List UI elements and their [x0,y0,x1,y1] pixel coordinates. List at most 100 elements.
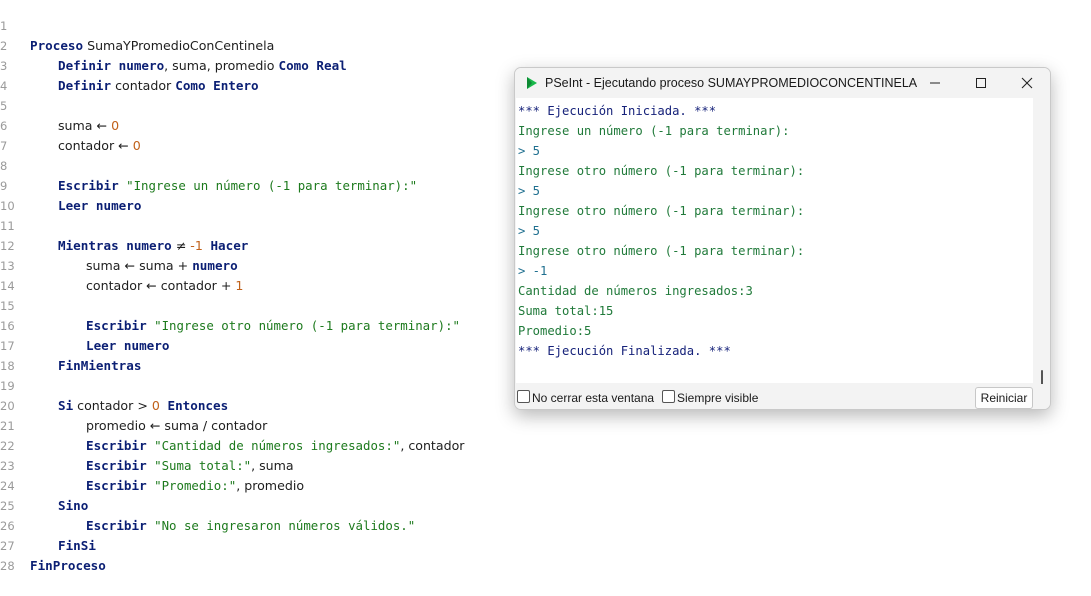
code-line[interactable]: 18 [0,336,30,373]
maximize-button[interactable] [958,68,1004,98]
keyword: FinProceso [30,558,106,573]
identifier: numero [192,258,238,273]
minimize-icon [930,82,940,84]
identifier: contador + [160,278,236,293]
keyword: FinSi [58,538,96,553]
code-line[interactable]: 2 Definir numero, suma, promedio Como Re… [0,16,347,73]
code-line[interactable]: 25 Escribir "No se ingresaron números vá… [0,476,415,533]
console-line: *** Ejecución Iniciada. *** [518,104,717,118]
close-button[interactable] [1004,68,1050,98]
assign-operator: ← [118,138,133,153]
code-line[interactable]: 9 Leer numero [0,156,141,213]
keyword: Escribir [86,458,147,473]
code-line[interactable]: 3 Definir contador Como Entero [0,36,259,93]
string-literal: "Ingrese otro número (-1 para terminar):… [146,318,460,333]
always-visible-label[interactable]: Siempre visible [677,384,758,409]
code-line[interactable]: 20 promedio ← suma / contador [0,376,267,433]
keyword: Entonces [159,398,229,413]
console-line: Ingrese un número (-1 para terminar): [518,124,790,138]
console-line: Ingrese otro número (-1 para terminar): [518,164,805,178]
code-line[interactable]: 11 Mientras numero ≠ -1 Hacer [0,196,248,253]
no-close-label[interactable]: No cerrar esta ventana [532,384,654,409]
code-line[interactable]: 1 Proceso SumaYPromedioConCentinela [0,0,274,53]
string-literal: "No se ingresaron números válidos." [146,518,416,533]
minimize-button[interactable] [912,68,958,98]
code-line[interactable]: 13 contador ← contador + 1 [0,236,243,293]
identifier: , suma, promedio [164,58,279,73]
code-line[interactable]: 26 FinSi [0,496,96,553]
assign-operator: ← [124,258,140,273]
console-scrollbar[interactable] [1036,100,1048,392]
identifier: numero [111,58,165,73]
code-line[interactable]: 7 [0,116,30,153]
identifier: suma [58,118,97,133]
code-line[interactable]: 6 contador ← 0 [0,96,141,153]
string-literal: "Ingrese un número (-1 para terminar):" [118,178,418,193]
number: 0 [111,118,120,133]
number: -1 [190,238,203,253]
number: 1 [235,278,244,293]
no-close-checkbox[interactable] [517,390,530,403]
identifier: contador > [73,398,152,413]
code-line[interactable]: 14 [0,256,30,293]
identifier: , promedio [236,478,305,493]
identifier: , contador [400,438,465,453]
keyword: Definir [58,78,112,93]
code-line[interactable]: 12 suma ← suma + numero [0,216,238,273]
number: 0 [132,138,141,153]
identifier: contador [86,278,147,293]
console-line: Suma total:15 [518,304,614,318]
assign-operator: ← [96,118,112,133]
console-line: > 5 [518,144,541,158]
keyword: Sino [58,498,89,513]
code-line[interactable]: 17 FinMientras [0,316,141,373]
keyword: FinMientras [58,358,142,373]
restart-button[interactable]: Reiniciar [975,387,1033,409]
identifier: contador [58,138,119,153]
code-line[interactable]: 24 Sino [0,456,88,513]
console-line: > 5 [518,184,541,198]
console-line: Ingrese otro número (-1 para terminar): [518,204,805,218]
keyword: Hacer [202,238,249,253]
window-title: PSeInt - Ejecutando proceso SUMAYPROMEDI… [545,76,918,90]
code-line[interactable]: 23 Escribir "Promedio:", promedio [0,436,304,493]
window-footer: No cerrar esta ventana Siempre visible R… [515,384,1050,409]
string-literal: "Promedio:" [146,478,237,493]
code-line[interactable]: 15 Escribir "Ingrese otro número (-1 par… [0,276,460,333]
code-line[interactable]: 19 Si contador > 0 Entonces [0,356,228,413]
identifier: promedio [86,418,150,433]
keyword: Escribir [86,318,147,333]
line-number: 28 [0,559,15,573]
keyword: Escribir [86,518,147,533]
operator: ≠ [171,238,191,253]
keyword: Como Real [278,58,347,73]
code-line[interactable]: 21 Escribir "Cantidad de números ingresa… [0,396,464,453]
code-line[interactable]: 28 [0,536,30,573]
identifier: suma / contador [164,418,268,433]
console-line: > -1 [518,264,548,278]
keyword: Definir [58,58,112,73]
code-line[interactable]: 10 [0,176,30,213]
number: 0 [151,398,160,413]
code-line[interactable]: 4 [0,56,30,93]
keyword: Leer numero [86,338,170,353]
code-line[interactable]: 16 Leer numero [0,296,169,353]
string-literal: "Cantidad de números ingresados:" [146,438,401,453]
title-bar[interactable]: PSeInt - Ejecutando proceso SUMAYPROMEDI… [515,68,1050,98]
close-icon [1021,77,1033,89]
pseint-logo-icon [527,77,537,89]
code-line[interactable]: 22 Escribir "Suma total:", suma [0,416,294,473]
console-line: Cantidad de números ingresados:3 [518,284,753,298]
console-output[interactable]: *** Ejecución Iniciada. *** Ingrese un n… [516,98,1033,383]
keyword: Si [58,398,74,413]
string-literal: "Suma total:" [146,458,252,473]
keyword: Leer numero [58,198,142,213]
identifier: contador [111,78,176,93]
code-line[interactable]: 8 Escribir "Ingrese un número (-1 para t… [0,136,417,193]
console-line: *** Ejecución Finalizada. *** [518,344,731,358]
code-line[interactable]: 27 FinProceso [0,516,106,573]
execution-window[interactable]: PSeInt - Ejecutando proceso SUMAYPROMEDI… [514,67,1051,410]
assign-operator: ← [146,278,161,293]
code-line[interactable]: 5 suma ← 0 [0,76,119,133]
always-visible-checkbox[interactable] [662,390,675,403]
